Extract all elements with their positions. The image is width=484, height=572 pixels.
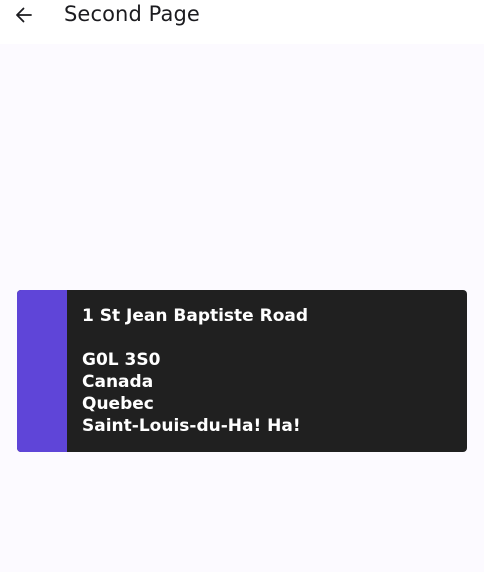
page-title: Second Page <box>64 2 200 26</box>
address-spacer <box>82 327 308 349</box>
address-card: 1 St Jean Baptiste Road G0L 3S0 Canada Q… <box>17 290 467 452</box>
app-bar: Second Page <box>0 0 484 44</box>
address-street: 1 St Jean Baptiste Road <box>82 306 309 326</box>
back-button[interactable] <box>8 0 40 30</box>
address-province: Quebec <box>82 394 154 414</box>
address-postal-code: G0L 3S0 <box>82 350 161 370</box>
address-city: Saint-Louis-du-Ha! Ha! <box>82 416 301 436</box>
app-window: Second Page 1 St Jean Baptiste Road G0L … <box>0 0 484 572</box>
address-country: Canada <box>82 372 154 392</box>
address-lines: 1 St Jean Baptiste Road G0L 3S0 Canada Q… <box>82 305 308 437</box>
arrow-left-icon <box>16 7 32 23</box>
card-accent-bar <box>17 290 67 452</box>
